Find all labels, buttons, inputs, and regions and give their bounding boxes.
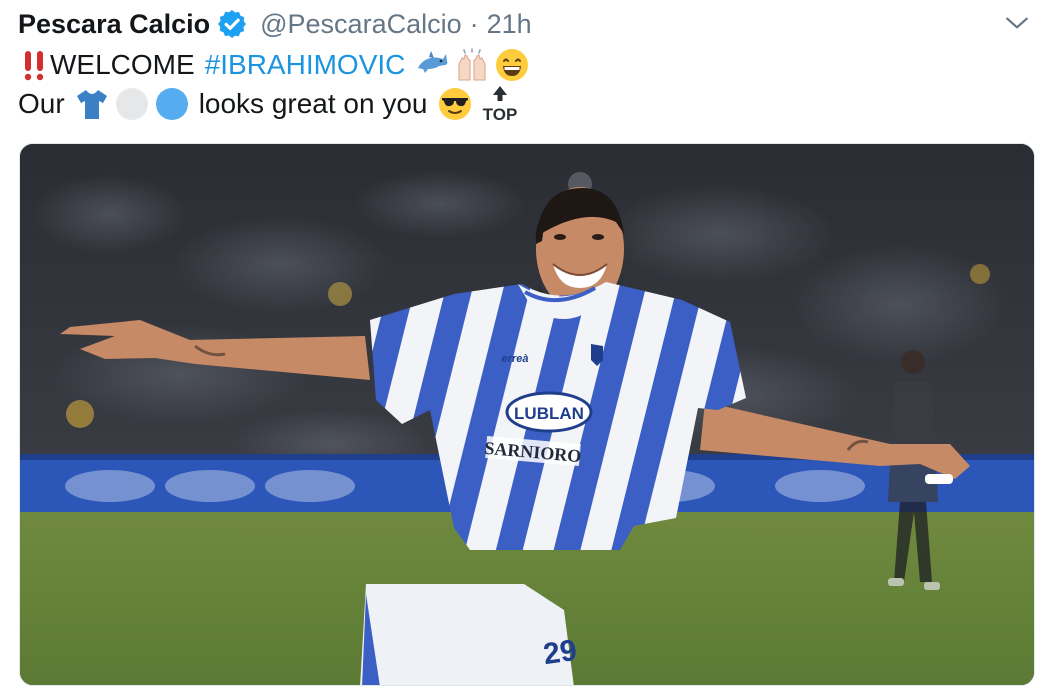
welcome-text: WELCOME: [50, 49, 195, 80]
tweet-photo[interactable]: LUBLAN SARNIORO erreà 29: [19, 143, 1035, 686]
tweet-header: Pescara Calcio @PescaraCalcio · 21h: [18, 6, 532, 42]
author-display-name[interactable]: Pescara Calcio: [18, 9, 210, 40]
shirt-number-text: 29: [541, 634, 579, 671]
verified-badge-icon: [216, 8, 248, 40]
tweet-text-line-1: WELCOME #IBRAHIMOVIC: [18, 45, 529, 85]
grinning-face-icon: [495, 48, 529, 82]
sponsor-1-text: LUBLAN: [514, 404, 584, 423]
chevron-down-icon[interactable]: [1004, 10, 1030, 36]
top-label: TOP: [482, 105, 517, 123]
tshirt-icon: [75, 87, 109, 121]
raising-hands-icon: [455, 48, 489, 82]
hashtag-link[interactable]: #IBRAHIMOVIC: [205, 49, 406, 81]
tweet-timestamp[interactable]: 21h: [487, 9, 532, 40]
blue-circle-icon: [155, 87, 189, 121]
shirt-brand-text: erreà: [502, 353, 529, 365]
separator-dot: ·: [469, 8, 479, 39]
double-exclamation-icon: [18, 48, 46, 82]
looks-great-text: looks great on you: [198, 88, 428, 119]
player-shorts: 29: [360, 584, 579, 685]
tweet-text-line-2: Our looks great on you TOP: [18, 84, 520, 124]
sunglasses-face-icon: [438, 87, 472, 121]
white-circle-icon: [115, 87, 149, 121]
our-text: Our: [18, 88, 65, 119]
author-handle[interactable]: @PescaraCalcio: [260, 9, 462, 40]
dolphin-icon: [415, 48, 449, 82]
top-arrow-icon: TOP: [480, 85, 520, 123]
